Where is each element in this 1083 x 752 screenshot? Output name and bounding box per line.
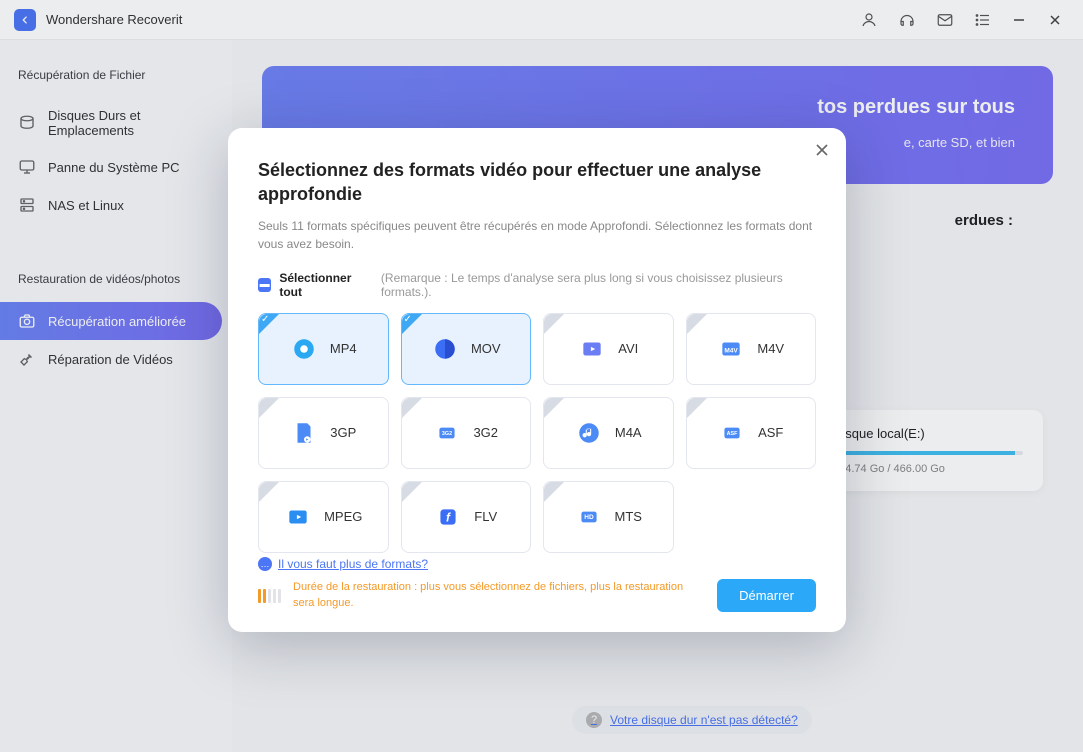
mp4-icon: [290, 335, 318, 363]
format-label: M4V: [757, 341, 784, 356]
3gp-icon: [290, 419, 318, 447]
modal-description: Seuls 11 formats spécifiques peuvent êtr…: [258, 217, 816, 253]
format-grid: MP4 MOV AVI M4V M4V 3GP 3G2 3G2 M4A ASF ASF MPEG f FL…: [258, 313, 816, 553]
modal-title: Sélectionnez des formats vidéo pour effe…: [258, 158, 816, 207]
chat-icon: …: [258, 557, 272, 571]
format-label: MOV: [471, 341, 501, 356]
more-formats-label: Il vous faut plus de formats?: [278, 557, 428, 571]
format-card-m4v[interactable]: M4V M4V: [686, 313, 817, 385]
format-card-mts[interactable]: HD MTS: [543, 481, 674, 553]
format-card-mpeg[interactable]: MPEG: [258, 481, 389, 553]
close-icon[interactable]: [814, 142, 830, 163]
format-label: 3G2: [473, 425, 498, 440]
format-card-3gp[interactable]: 3GP: [258, 397, 389, 469]
format-card-asf[interactable]: ASF ASF: [686, 397, 817, 469]
svg-text:3G2: 3G2: [442, 431, 452, 437]
format-card-3g2[interactable]: 3G2 3G2: [401, 397, 532, 469]
svg-text:HD: HD: [584, 514, 594, 521]
format-label: MP4: [330, 341, 357, 356]
format-label: MPEG: [324, 509, 362, 524]
duration-note: Durée de la restauration : plus vous sél…: [293, 580, 705, 611]
m4a-icon: [575, 419, 603, 447]
mov-icon: [431, 335, 459, 363]
format-label: M4A: [615, 425, 642, 440]
format-label: ASF: [758, 425, 783, 440]
m4v-icon: M4V: [717, 335, 745, 363]
duration-indicator-icon: [258, 589, 281, 603]
more-formats-link[interactable]: … Il vous faut plus de formats?: [258, 557, 816, 571]
select-all-checkbox[interactable]: ▬: [258, 278, 271, 292]
format-card-mp4[interactable]: MP4: [258, 313, 389, 385]
flv-icon: f: [434, 503, 462, 531]
asf-icon: ASF: [718, 419, 746, 447]
format-selection-modal: Sélectionnez des formats vidéo pour effe…: [228, 128, 846, 632]
3g2-icon: 3G2: [433, 419, 461, 447]
mpeg-icon: [284, 503, 312, 531]
avi-icon: [578, 335, 606, 363]
format-card-avi[interactable]: AVI: [543, 313, 674, 385]
format-label: AVI: [618, 341, 638, 356]
select-all-row[interactable]: ▬ Sélectionner tout (Remarque : Le temps…: [258, 271, 816, 299]
format-card-flv[interactable]: f FLV: [401, 481, 532, 553]
format-card-m4a[interactable]: M4A: [543, 397, 674, 469]
mts-icon: HD: [575, 503, 603, 531]
start-button[interactable]: Démarrer: [717, 579, 816, 612]
format-label: 3GP: [330, 425, 356, 440]
format-card-mov[interactable]: MOV: [401, 313, 532, 385]
format-label: MTS: [615, 509, 642, 524]
select-all-label: Sélectionner tout: [279, 271, 373, 299]
svg-text:ASF: ASF: [727, 431, 739, 437]
format-label: FLV: [474, 509, 497, 524]
select-all-note: (Remarque : Le temps d'analyse sera plus…: [381, 271, 816, 299]
svg-text:M4V: M4V: [725, 347, 739, 354]
